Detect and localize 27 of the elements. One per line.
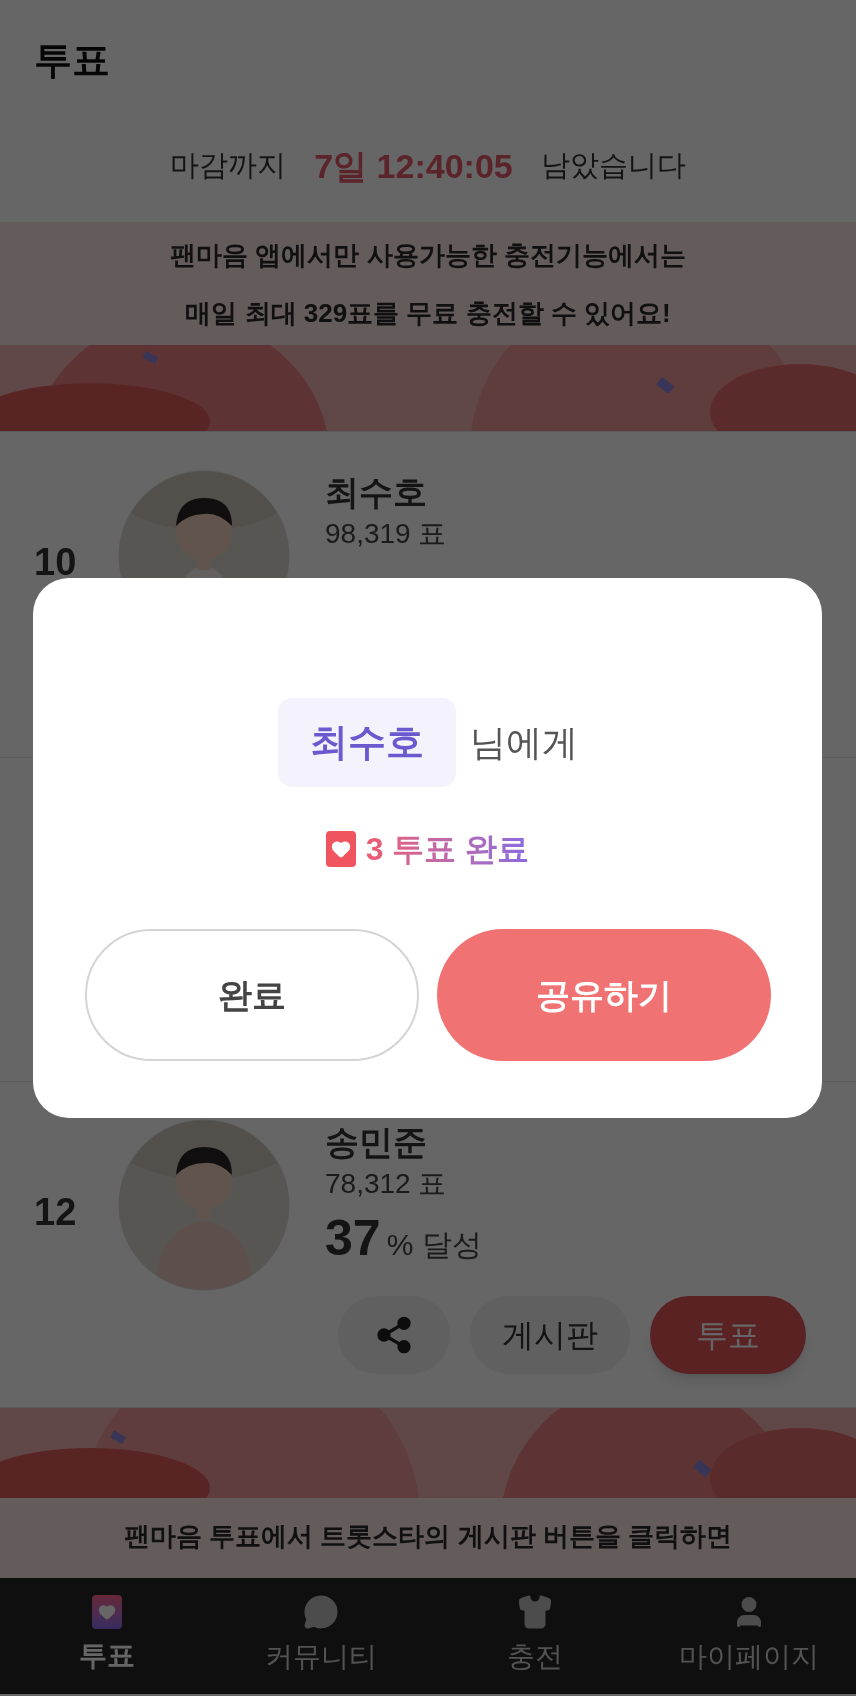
recipient-suffix: 님에게: [469, 720, 578, 765]
countdown-time: 7일 12:40:05: [314, 145, 513, 187]
vote-count: 78,312 표: [325, 1167, 448, 1201]
banner-text: 팬마음 투표에서 트롯스타의 게시판 버튼을 클릭하면: [123, 1520, 733, 1553]
recipient-name: 최수호: [277, 698, 456, 787]
countdown-label: 마감까지: [170, 148, 287, 184]
board-button[interactable]: 게시판: [470, 1296, 630, 1374]
shirt-icon: [516, 1594, 554, 1630]
share-icon: [374, 1315, 414, 1355]
vote-count: 98,319 표: [325, 517, 448, 551]
tab-item[interactable]: 투표: [0, 1578, 214, 1694]
candidate-name: 최수호: [325, 472, 428, 513]
tab-item[interactable]: 충전: [428, 1578, 642, 1694]
share-button[interactable]: 공유하기: [436, 929, 771, 1061]
done-button[interactable]: 완료: [84, 929, 419, 1061]
page-title: 투표: [34, 37, 110, 83]
rank-number: 10: [34, 540, 78, 585]
candidate-name: 송민준: [325, 1122, 428, 1163]
percent-label: % 달성: [386, 1227, 482, 1263]
tab-item[interactable]: 커뮤니티: [214, 1578, 428, 1694]
tab-item[interactable]: 마이페이지: [642, 1578, 856, 1694]
banner-text: 팬마음 앱에서만 사용가능한 충전기능에서는: [170, 238, 686, 272]
banner-text: 매일 최대 329표를 무료 충전할 수 있어요!: [185, 296, 671, 330]
percent-value: 37: [325, 1209, 381, 1268]
vote-button[interactable]: 투표: [650, 1296, 806, 1374]
countdown-label: 남았습니다: [540, 148, 686, 184]
rank-number: 12: [34, 1190, 78, 1235]
